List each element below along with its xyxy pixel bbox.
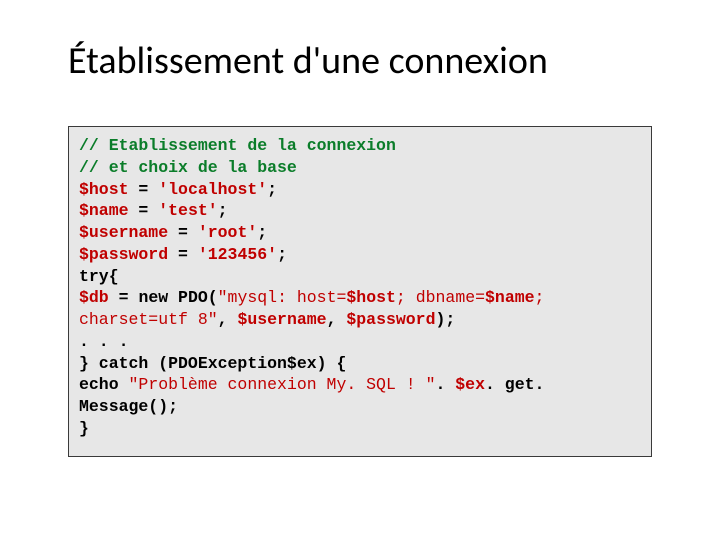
code-line: $host = 'localhost'; xyxy=(79,179,641,201)
paren: ); xyxy=(436,310,456,329)
code-line: $username = 'root'; xyxy=(79,222,641,244)
punct: ; xyxy=(218,201,228,220)
code-line: // et choix de la base xyxy=(79,157,641,179)
punct: ; xyxy=(267,180,277,199)
string: charset=utf 8" xyxy=(79,310,218,329)
slide: Établissement d'une connexion // Etablis… xyxy=(0,0,720,540)
var: $password xyxy=(346,310,435,329)
punct: ; xyxy=(277,245,287,264)
var: $host xyxy=(346,288,396,307)
comment: // et choix de la base xyxy=(79,158,297,177)
var: $name xyxy=(79,201,129,220)
op: = xyxy=(129,180,159,199)
var: $ex xyxy=(455,375,485,394)
code-line: $password = '123456'; xyxy=(79,244,641,266)
string: 'test' xyxy=(158,201,217,220)
var: $password xyxy=(79,245,168,264)
keyword: echo xyxy=(79,375,129,394)
code-line: $db = new PDO("mysql: host=$host; dbname… xyxy=(79,287,641,309)
string: '123456' xyxy=(198,245,277,264)
string: 'localhost' xyxy=(158,180,267,199)
keyword: new PDO xyxy=(138,288,207,307)
var: $host xyxy=(79,180,129,199)
op: = xyxy=(129,201,159,220)
keyword: try{ xyxy=(79,267,119,286)
brace: } xyxy=(79,419,89,438)
string: ; xyxy=(535,288,545,307)
var: $name xyxy=(485,288,535,307)
var: $username xyxy=(79,223,168,242)
code-line: } catch (PDOException$ex) { xyxy=(79,353,641,375)
paren: ( xyxy=(208,288,218,307)
op: . xyxy=(435,375,455,394)
slide-title: Établissement d'une connexion xyxy=(68,38,652,84)
string: 'root' xyxy=(198,223,257,242)
op: = xyxy=(168,245,198,264)
var: $username xyxy=(237,310,326,329)
string: "Problème connexion My. SQL ! " xyxy=(129,375,436,394)
code-line: try{ xyxy=(79,266,641,288)
comma: , xyxy=(218,310,238,329)
code-line: $name = 'test'; xyxy=(79,200,641,222)
code-line: } xyxy=(79,418,641,440)
string: ; dbname= xyxy=(396,288,485,307)
op: = xyxy=(109,288,139,307)
code-block: // Etablissement de la connexion // et c… xyxy=(68,126,652,457)
code-line: charset=utf 8", $username, $password); xyxy=(79,309,641,331)
comma: , xyxy=(327,310,347,329)
ellipsis: . . . xyxy=(79,332,129,351)
code-line: // Etablissement de la connexion xyxy=(79,135,641,157)
var: $db xyxy=(79,288,109,307)
code-line: . . . xyxy=(79,331,641,353)
string: "mysql: host= xyxy=(218,288,347,307)
keyword: } catch (PDOException$ex) { xyxy=(79,354,346,373)
code-line: echo "Problème connexion My. SQL ! ". $e… xyxy=(79,374,641,418)
comment: // Etablissement de la connexion xyxy=(79,136,396,155)
op: = xyxy=(168,223,198,242)
punct: ; xyxy=(257,223,267,242)
